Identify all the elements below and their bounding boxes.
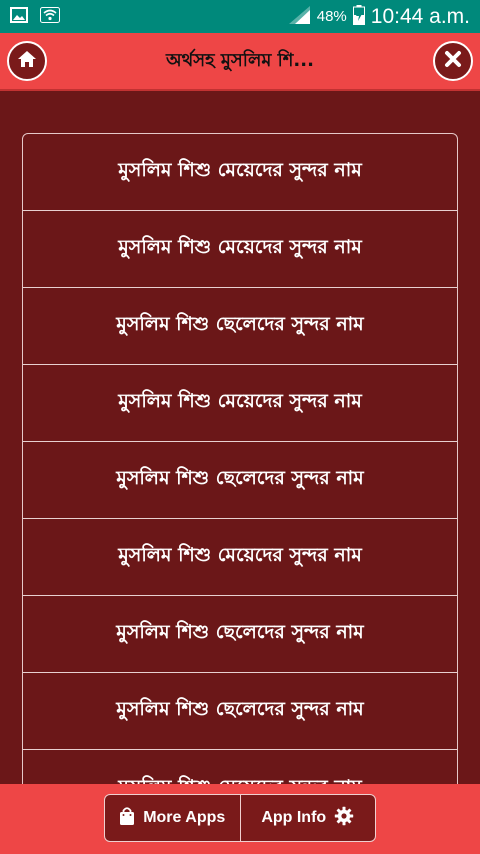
status-bar: 48% 10:44 a.m. bbox=[0, 0, 480, 33]
more-apps-label: More Apps bbox=[143, 809, 226, 826]
app-info-button[interactable]: App Info bbox=[239, 795, 376, 841]
signal-icon bbox=[288, 5, 311, 28]
more-apps-button[interactable]: More Apps bbox=[105, 795, 240, 841]
page-title: অর্থসহ মুসলিম শি... bbox=[166, 49, 314, 71]
app-header: অর্থসহ মুসলিম শি... bbox=[0, 33, 480, 91]
list-item[interactable]: মুসলিম শিশু ছেলেদের সুন্দর নাম bbox=[23, 673, 457, 750]
home-button[interactable] bbox=[7, 41, 47, 81]
wifi-icon bbox=[40, 6, 60, 27]
name-category-list: মুসলিম শিশু মেয়েদের সুন্দর নাম মুসলিম শ… bbox=[22, 133, 458, 793]
gear-icon bbox=[334, 806, 354, 831]
close-icon bbox=[444, 50, 462, 72]
home-icon bbox=[17, 50, 37, 72]
close-button[interactable] bbox=[433, 41, 473, 81]
clock: 10:44 a.m. bbox=[370, 4, 470, 28]
shopping-bag-icon bbox=[119, 806, 135, 831]
list-item[interactable]: মুসলিম শিশু মেয়েদের সুন্দর নাম bbox=[23, 211, 457, 288]
app-info-label: App Info bbox=[261, 809, 327, 826]
battery-percentage: 48% bbox=[316, 8, 347, 25]
list-item[interactable]: মুসলিম শিশু মেয়েদের সুন্দর নাম bbox=[23, 519, 457, 596]
list-item[interactable]: মুসলিম শিশু মেয়েদের সুন্দর নাম bbox=[23, 134, 457, 211]
bottom-button-group: More Apps App Info bbox=[104, 794, 376, 842]
list-item[interactable]: মুসলিম শিশু ছেলেদের সুন্দর নাম bbox=[23, 288, 457, 365]
list-item[interactable]: মুসলিম শিশু ছেলেদের সুন্দর নাম bbox=[23, 442, 457, 519]
list-item[interactable]: মুসলিম শিশু ছেলেদের সুন্দর নাম bbox=[23, 596, 457, 673]
battery-charging-icon bbox=[352, 4, 365, 29]
bottom-bar: More Apps App Info bbox=[0, 784, 480, 854]
gallery-icon bbox=[10, 6, 28, 27]
list-item[interactable]: মুসলিম শিশু মেয়েদের সুন্দর নাম bbox=[23, 365, 457, 442]
